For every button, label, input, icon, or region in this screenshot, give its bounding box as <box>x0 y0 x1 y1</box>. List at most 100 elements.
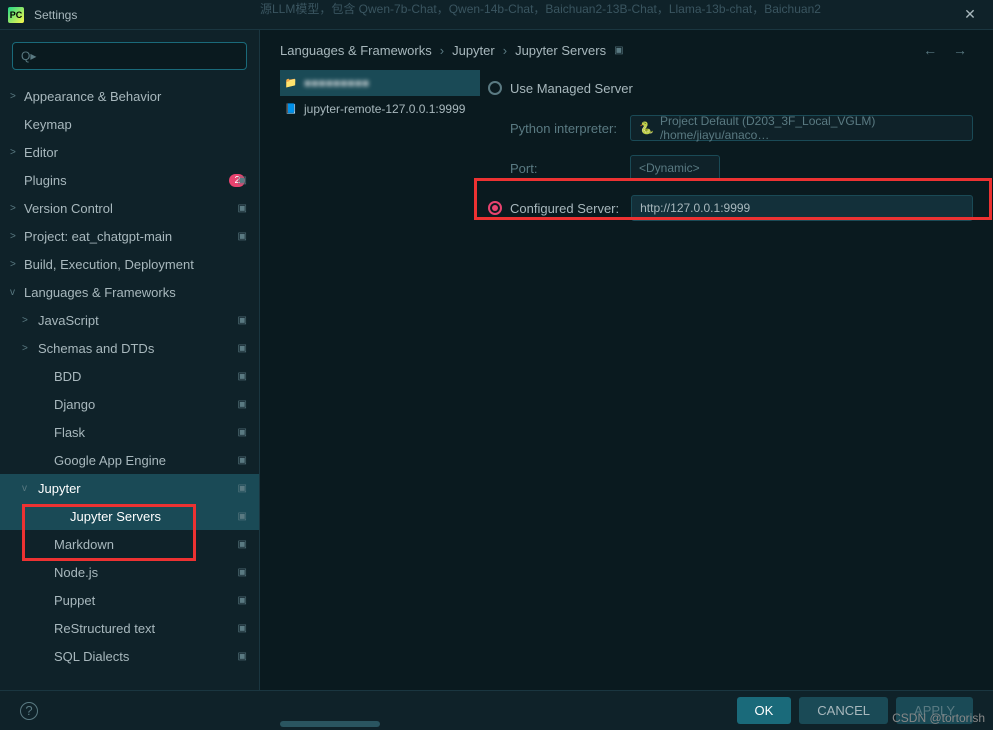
modified-icon: ▣ <box>238 567 247 578</box>
sidebar-item-sql[interactable]: SQL Dialects ▣ <box>0 642 259 670</box>
chevron-right-icon: > <box>10 147 16 158</box>
breadcrumb-jupyter[interactable]: Jupyter <box>452 43 495 58</box>
value: http://127.0.0.1:9999 <box>640 201 750 215</box>
main-panel: Languages & Frameworks › Jupyter › Jupyt… <box>260 30 993 690</box>
sidebar-item-django[interactable]: Django▣ <box>0 390 259 418</box>
python-icon: 🐍 <box>639 121 654 135</box>
label: Django <box>54 397 95 412</box>
interpreter-dropdown[interactable]: 🐍 Project Default (D203_3F_Local_VGLM) /… <box>630 115 973 141</box>
modified-icon: ▣ <box>614 45 623 56</box>
sidebar-item-langfw[interactable]: vLanguages & Frameworks <box>0 278 259 306</box>
breadcrumb-jupyter-servers[interactable]: Jupyter Servers <box>515 43 606 58</box>
label: Schemas and DTDs <box>38 341 154 356</box>
chevron-down-icon: v <box>10 287 15 298</box>
sidebar-item-build[interactable]: > Build, Execution, Deployment <box>0 250 259 278</box>
close-icon[interactable]: ✕ <box>955 6 985 23</box>
server-form: Use Managed Server Python interpreter: 🐍… <box>480 70 973 690</box>
sidebar: Q▸ >Appearance & Behavior Keymap >Editor… <box>0 30 260 690</box>
sidebar-item-jupyter[interactable]: vJupyter▣ <box>0 474 259 502</box>
sidebar-item-puppet[interactable]: Puppet▣ <box>0 586 259 614</box>
breadcrumb-langfw[interactable]: Languages & Frameworks <box>280 43 432 58</box>
label: Node.js <box>54 565 98 580</box>
chevron-right-icon: › <box>503 43 507 58</box>
chevron-right-icon: > <box>22 343 28 354</box>
sidebar-item-editor[interactable]: > Editor <box>0 138 259 166</box>
sidebar-item-jupyter-servers[interactable]: Jupyter Servers ▣ <box>0 502 259 530</box>
nav-arrows: ← → <box>917 42 973 58</box>
breadcrumb: Languages & Frameworks › Jupyter › Jupyt… <box>260 30 993 70</box>
label: Google App Engine <box>54 453 166 468</box>
managed-server-label: Use Managed Server <box>510 81 633 96</box>
configured-server-input[interactable]: http://127.0.0.1:9999 <box>631 195 973 221</box>
label: JavaScript <box>38 313 99 328</box>
label: SQL Dialects <box>54 649 129 664</box>
label: ReStructured text <box>54 621 155 636</box>
modified-icon: ▣ <box>238 595 247 606</box>
interpreter-label: Python interpreter: <box>510 121 630 136</box>
search-icon: Q▸ <box>21 49 36 63</box>
modified-icon: ▣ <box>238 427 247 438</box>
modified-icon: ▣ <box>238 203 247 214</box>
sidebar-item-bdd[interactable]: BDD▣ <box>0 362 259 390</box>
back-icon[interactable]: ← <box>923 42 937 58</box>
label: Appearance & Behavior <box>24 89 161 104</box>
chevron-right-icon: > <box>10 231 16 242</box>
label: Editor <box>24 145 58 160</box>
label: Version Control <box>24 201 113 216</box>
footer: ? OK CANCEL APPLY <box>0 690 993 730</box>
chevron-right-icon: > <box>10 259 16 270</box>
list-item[interactable]: 📁 ■■■■■■■■■ <box>280 70 480 96</box>
sidebar-item-javascript[interactable]: >JavaScript▣ <box>0 306 259 334</box>
sidebar-item-gae[interactable]: Google App Engine ▣ <box>0 446 259 474</box>
configured-server-label: Configured Server: <box>510 201 619 216</box>
pycharm-logo-icon: PC <box>8 7 24 23</box>
sidebar-item-project[interactable]: > Project: eat_chatgpt-main ▣ <box>0 222 259 250</box>
sidebar-item-keymap[interactable]: Keymap <box>0 110 259 138</box>
port-label: Port: <box>510 161 630 176</box>
cancel-button[interactable]: CANCEL <box>799 697 888 724</box>
sidebar-item-flask[interactable]: Flask ▣ <box>0 418 259 446</box>
ok-button[interactable]: OK <box>737 697 792 724</box>
content: Q▸ >Appearance & Behavior Keymap >Editor… <box>0 30 993 690</box>
modified-icon: ▣ <box>238 175 247 186</box>
modified-icon: ▣ <box>238 231 247 242</box>
background-text: 源LLM模型，包含 Qwen-7b-Chat，Qwen-14b-Chat，Bai… <box>260 0 821 17</box>
modified-icon: ▣ <box>238 315 247 326</box>
sidebar-item-appearance[interactable]: >Appearance & Behavior <box>0 82 259 110</box>
modified-icon: ▣ <box>238 371 247 382</box>
horizontal-scrollbar[interactable] <box>280 721 380 727</box>
label: jupyter-remote-127.0.0.1:9999 <box>304 102 465 116</box>
watermark: CSDN @tortorish <box>892 711 985 725</box>
sidebar-item-nodejs[interactable]: Node.js ▣ <box>0 558 259 586</box>
radio-managed[interactable] <box>488 81 502 95</box>
label: ■■■■■■■■■ <box>304 76 369 90</box>
modified-icon: ▣ <box>238 651 247 662</box>
sidebar-item-vcs[interactable]: > Version Control ▣ <box>0 194 259 222</box>
label: Markdown <box>54 537 114 552</box>
sidebar-item-rst[interactable]: ReStructured text▣ <box>0 614 259 642</box>
label: Project: eat_chatgpt-main <box>24 229 172 244</box>
modified-icon: ▣ <box>238 455 247 466</box>
server-list: 📁 ■■■■■■■■■ 📘 jupyter-remote-127.0.0.1:9… <box>280 70 480 690</box>
sidebar-item-markdown[interactable]: Markdown ▣ <box>0 530 259 558</box>
modified-icon: ▣ <box>238 483 247 494</box>
list-item[interactable]: 📘 jupyter-remote-127.0.0.1:9999 <box>280 96 480 122</box>
folder-icon: 📁 <box>284 76 298 90</box>
help-icon[interactable]: ? <box>20 702 38 720</box>
value: <Dynamic> <box>639 161 700 175</box>
forward-icon[interactable]: → <box>953 42 967 58</box>
chevron-right-icon: > <box>10 203 16 214</box>
label: Plugins <box>24 173 67 188</box>
modified-icon: ▣ <box>238 539 247 550</box>
modified-icon: ▣ <box>238 511 247 522</box>
label: Flask <box>54 425 85 440</box>
label: Build, Execution, Deployment <box>24 257 194 272</box>
port-field[interactable]: <Dynamic> <box>630 155 720 181</box>
value: Project Default (D203_3F_Local_VGLM) /ho… <box>660 114 964 142</box>
label: Jupyter Servers <box>70 509 161 524</box>
radio-configured[interactable] <box>488 201 502 215</box>
modified-icon: ▣ <box>238 343 247 354</box>
sidebar-item-plugins[interactable]: Plugins2▣ <box>0 166 259 194</box>
search-input[interactable]: Q▸ <box>12 42 247 70</box>
sidebar-item-schemas[interactable]: > Schemas and DTDs ▣ <box>0 334 259 362</box>
